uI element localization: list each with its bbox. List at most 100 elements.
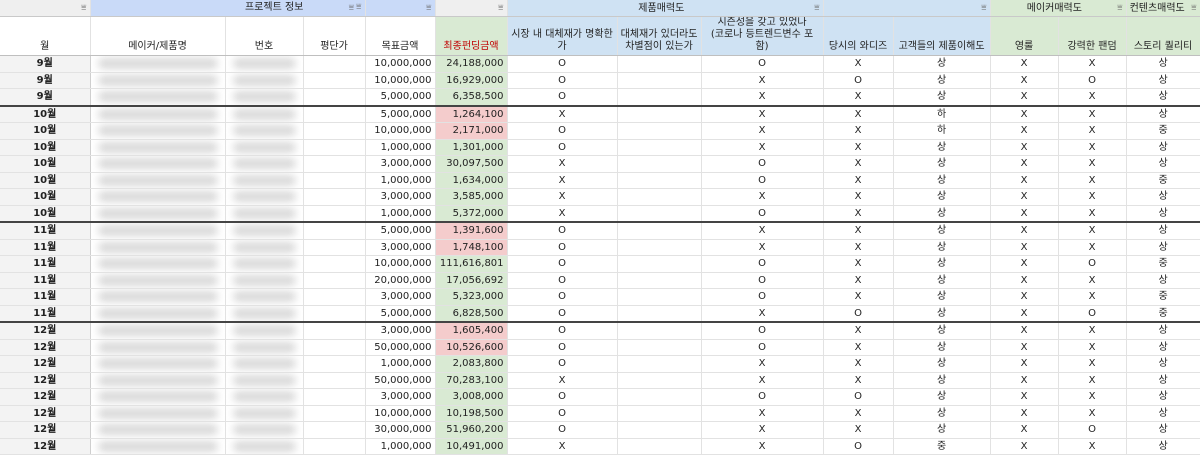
cell-maker-blurred[interactable] [90, 55, 226, 73]
cell-number-blurred[interactable] [225, 239, 304, 256]
cell-young[interactable]: X [990, 55, 1059, 73]
cell-story[interactable]: 상 [1126, 104, 1200, 123]
cell-funding[interactable]: 5,372,000 [435, 205, 508, 223]
cell-story[interactable]: 상 [1126, 55, 1200, 73]
cell-funding[interactable]: 1,391,600 [435, 221, 508, 240]
cell-alt-clear[interactable]: O [507, 272, 618, 289]
cell-wants[interactable]: X [823, 139, 894, 156]
col-header-story[interactable]: 스토리 퀄리티 [1126, 16, 1200, 56]
cell-story[interactable]: 상 [1126, 321, 1200, 340]
cell-wants[interactable]: O [823, 72, 894, 89]
col-header-diff[interactable]: 대체재가 있더라도 차별점이 있는가 [617, 16, 702, 56]
cell-diff[interactable] [617, 205, 702, 223]
cell-young[interactable]: X [990, 355, 1059, 373]
cell-month[interactable]: 10월 [0, 139, 91, 156]
cell-wants[interactable]: X [823, 421, 894, 439]
cell-month[interactable]: 10월 [0, 205, 91, 223]
cell-wants[interactable]: X [823, 288, 894, 306]
col-header-understand[interactable]: 고객들의 제품이해도 [893, 16, 991, 56]
cell-funding[interactable]: 1,301,000 [435, 139, 508, 156]
cell-alt-clear[interactable]: X [507, 188, 618, 206]
cell-number-blurred[interactable] [225, 388, 304, 406]
cell-review[interactable] [303, 88, 366, 106]
cell-month[interactable]: 10월 [0, 122, 91, 140]
cell-understand[interactable]: 상 [893, 305, 991, 323]
cell-young[interactable]: X [990, 239, 1059, 256]
cell-wants[interactable]: X [823, 339, 894, 356]
cell-understand[interactable]: 상 [893, 255, 991, 273]
cell-target[interactable]: 5,000,000 [365, 88, 436, 106]
filter-icon[interactable]: ⩸ [349, 3, 354, 13]
cell-alt-clear[interactable]: O [507, 72, 618, 89]
cell-month[interactable]: 9월 [0, 88, 91, 106]
cell-alt-clear[interactable]: O [507, 388, 618, 406]
cell-review[interactable] [303, 355, 366, 373]
cell-review[interactable] [303, 405, 366, 422]
cell-alt-clear[interactable]: O [507, 288, 618, 306]
cell-funding[interactable]: 10,491,000 [435, 438, 508, 455]
cell-target[interactable]: 1,000,000 [365, 139, 436, 156]
cell-brand[interactable]: X [1058, 321, 1127, 340]
cell-maker-blurred[interactable] [90, 321, 226, 340]
cell-month[interactable]: 12월 [0, 355, 91, 373]
cell-story[interactable]: 상 [1126, 405, 1200, 422]
cell-season[interactable]: O [701, 155, 824, 173]
cell-funding[interactable]: 5,323,000 [435, 288, 508, 306]
cell-alt-clear[interactable]: X [507, 155, 618, 173]
cell-alt-clear[interactable]: X [507, 104, 618, 123]
cell-alt-clear[interactable]: O [507, 321, 618, 340]
col-header-month[interactable]: 월 [0, 16, 91, 56]
cell-young[interactable]: X [990, 372, 1059, 389]
cell-funding[interactable]: 3,585,000 [435, 188, 508, 206]
cell-season[interactable]: X [701, 104, 824, 123]
cell-maker-blurred[interactable] [90, 239, 226, 256]
cell-understand[interactable]: 상 [893, 339, 991, 356]
cell-understand[interactable]: 상 [893, 72, 991, 89]
cell-alt-clear[interactable]: O [507, 221, 618, 240]
cell-number-blurred[interactable] [225, 305, 304, 323]
cell-maker-blurred[interactable] [90, 388, 226, 406]
cell-story[interactable]: 상 [1126, 272, 1200, 289]
cell-wants[interactable]: X [823, 372, 894, 389]
cell-young[interactable]: X [990, 122, 1059, 140]
cell-alt-clear[interactable]: O [507, 305, 618, 323]
cell-diff[interactable] [617, 388, 702, 406]
cell-wants[interactable]: X [823, 255, 894, 273]
cell-wants[interactable]: X [823, 104, 894, 123]
cell-young[interactable]: X [990, 155, 1059, 173]
cell-funding[interactable]: 1,748,100 [435, 239, 508, 256]
filter-icon[interactable]: ⩸ [981, 1, 986, 16]
cell-wants[interactable]: X [823, 55, 894, 73]
cell-target[interactable]: 1,000,000 [365, 205, 436, 223]
cell-target[interactable]: 3,000,000 [365, 321, 436, 340]
cell-review[interactable] [303, 104, 366, 123]
cell-funding[interactable]: 17,056,692 [435, 272, 508, 289]
col-header-maker[interactable]: 메이커/제품명 [90, 16, 226, 56]
cell-number-blurred[interactable] [225, 172, 304, 189]
col-header-season[interactable]: 시즌성을 갖고 있었나 (코로나 등트렌드변수 포함) [701, 16, 824, 56]
cell-review[interactable] [303, 272, 366, 289]
cell-number-blurred[interactable] [225, 321, 304, 340]
cell-target[interactable]: 1,000,000 [365, 172, 436, 189]
cell-target[interactable]: 30,000,000 [365, 421, 436, 439]
filter-icon[interactable]: ⩸ [498, 1, 503, 16]
cell-story[interactable]: 중 [1126, 172, 1200, 189]
cell-review[interactable] [303, 139, 366, 156]
cell-brand[interactable]: X [1058, 104, 1127, 123]
cell-understand[interactable]: 상 [893, 88, 991, 106]
cell-season[interactable]: X [701, 305, 824, 323]
cell-story[interactable]: 상 [1126, 205, 1200, 223]
cell-brand[interactable]: X [1058, 288, 1127, 306]
cell-understand[interactable]: 상 [893, 388, 991, 406]
cell-brand[interactable]: X [1058, 221, 1127, 240]
cell-season[interactable]: X [701, 72, 824, 89]
cell-young[interactable]: X [990, 72, 1059, 89]
cell-maker-blurred[interactable] [90, 339, 226, 356]
cell-target[interactable]: 3,000,000 [365, 155, 436, 173]
cell-number-blurred[interactable] [225, 339, 304, 356]
cell-maker-blurred[interactable] [90, 104, 226, 123]
cell-understand[interactable]: 중 [893, 438, 991, 455]
cell-maker-blurred[interactable] [90, 288, 226, 306]
cell-review[interactable] [303, 221, 366, 240]
cell-target[interactable]: 10,000,000 [365, 122, 436, 140]
